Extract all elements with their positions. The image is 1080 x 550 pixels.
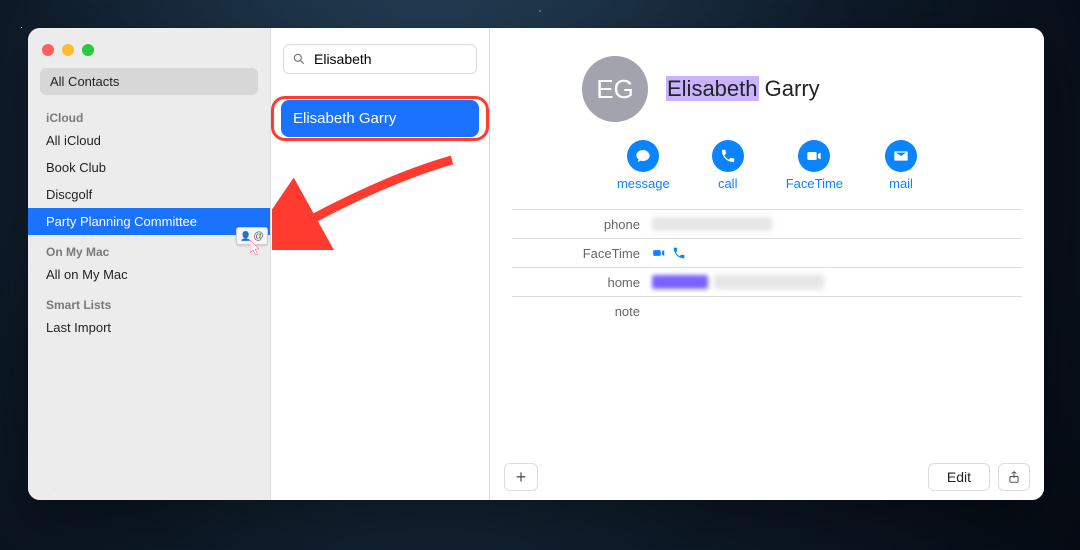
facetime-action[interactable]: FaceTime <box>786 140 843 191</box>
video-icon <box>806 148 822 164</box>
phone-value[interactable] <box>652 217 772 231</box>
contact-fields: phone FaceTime home note <box>512 209 1022 325</box>
call-label: call <box>718 176 738 191</box>
sidebar-item-last-import[interactable]: Last Import <box>28 314 270 341</box>
person-card-icon: 👤 <box>240 231 251 242</box>
at-sign-icon: @ <box>254 231 264 242</box>
mail-label: mail <box>889 176 913 191</box>
edit-button[interactable]: Edit <box>928 463 990 491</box>
field-phone: phone <box>512 210 1022 239</box>
home-value[interactable] <box>652 275 824 289</box>
sidebar-all-contacts[interactable]: All Contacts <box>40 68 258 95</box>
minimize-window-button[interactable] <box>62 44 74 56</box>
home-label: home <box>512 275 652 290</box>
phone-small-icon[interactable] <box>672 246 686 260</box>
video-small-icon[interactable] <box>652 246 666 260</box>
facetime-value[interactable] <box>652 246 686 260</box>
add-field-button[interactable]: + <box>504 463 538 491</box>
sidebar: All Contacts iCloud All iCloud Book Club… <box>28 28 270 500</box>
sidebar-section-smartlists: Smart Lists <box>28 288 270 314</box>
contact-last-name: Garry <box>765 76 820 101</box>
mail-icon <box>893 148 909 164</box>
sidebar-item-party-planning[interactable]: Party Planning Committee <box>28 208 270 235</box>
phone-label: phone <box>512 217 652 232</box>
message-label: message <box>617 176 670 191</box>
message-icon <box>635 148 651 164</box>
facetime-field-label: FaceTime <box>512 246 652 261</box>
close-window-button[interactable] <box>42 44 54 56</box>
window-controls <box>28 36 270 68</box>
search-result-highlight-wrap: Elisabeth Garry <box>275 100 485 137</box>
avatar[interactable]: EG <box>582 56 648 122</box>
search-input[interactable] <box>312 50 497 68</box>
contacts-window: All Contacts iCloud All iCloud Book Club… <box>28 28 1044 500</box>
contact-detail-panel: EG Elisabeth Garry message call FaceTime… <box>490 28 1044 500</box>
sidebar-item-all-on-my-mac[interactable]: All on My Mac <box>28 261 270 288</box>
note-label: note <box>512 304 652 319</box>
sidebar-item-all-icloud[interactable]: All iCloud <box>28 127 270 154</box>
phone-icon <box>720 148 736 164</box>
call-action[interactable]: call <box>712 140 744 191</box>
zoom-window-button[interactable] <box>82 44 94 56</box>
message-action[interactable]: message <box>617 140 670 191</box>
field-note: note <box>512 297 1022 325</box>
contact-first-name: Elisabeth <box>666 76 759 101</box>
drag-contact-badge: 👤 @ <box>236 227 268 245</box>
detail-footer: + Edit <box>490 454 1044 500</box>
search-field[interactable]: ✕ <box>283 44 477 74</box>
sidebar-section-onmymac: On My Mac <box>28 235 270 261</box>
contact-list-panel: ✕ Elisabeth Garry <box>270 28 490 500</box>
search-icon <box>292 52 306 66</box>
contact-actions: message call FaceTime mail <box>490 140 1044 191</box>
sidebar-item-book-club[interactable]: Book Club <box>28 154 270 181</box>
contact-header: EG Elisabeth Garry <box>490 28 1044 134</box>
sidebar-item-discgolf[interactable]: Discgolf <box>28 181 270 208</box>
field-facetime: FaceTime <box>512 239 1022 268</box>
field-home: home <box>512 268 1022 297</box>
sidebar-section-icloud: iCloud <box>28 101 270 127</box>
share-button[interactable] <box>998 463 1030 491</box>
contact-name: Elisabeth Garry <box>666 76 820 102</box>
contact-list-item[interactable]: Elisabeth Garry <box>281 100 479 137</box>
share-icon <box>1007 470 1021 484</box>
mail-action[interactable]: mail <box>885 140 917 191</box>
facetime-label: FaceTime <box>786 176 843 191</box>
